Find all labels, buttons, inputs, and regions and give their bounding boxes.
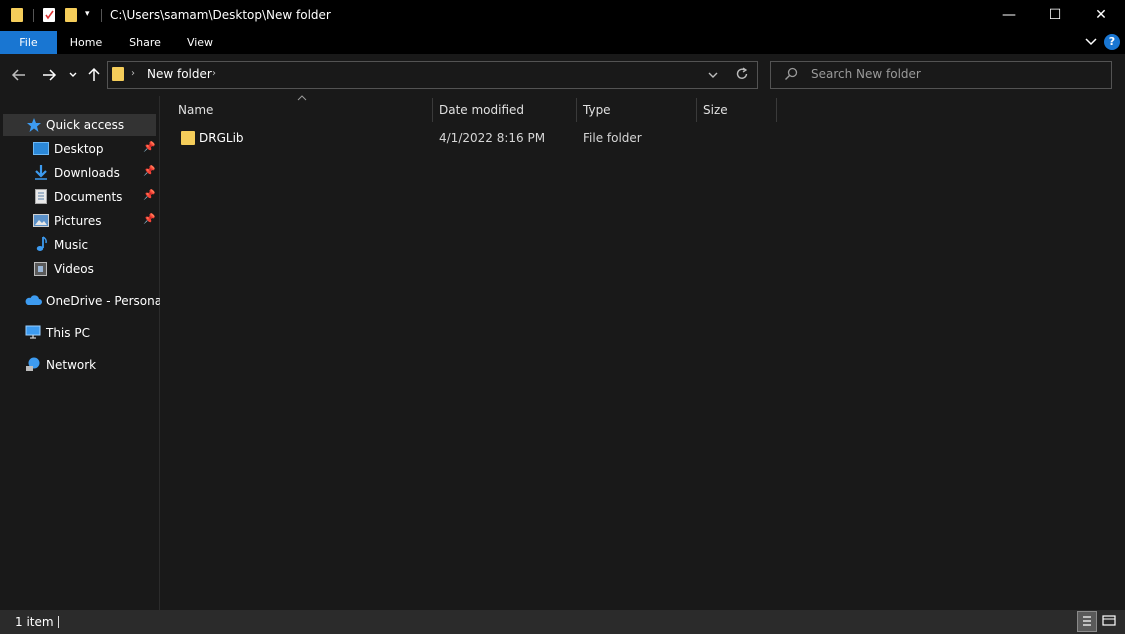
sidebar-item-videos[interactable]: Videos [54,257,94,281]
search-icon [784,67,798,81]
column-divider[interactable] [696,98,697,122]
sidebar-item-this-pc[interactable]: This PC [46,321,90,345]
pin-icon[interactable]: 📌 [143,166,155,177]
file-type: File folder [583,131,642,145]
column-divider[interactable] [432,98,433,122]
folder-icon [181,131,195,145]
window-title: C:\Users\samam\Desktop\New folder [110,8,331,22]
quick-access-star-icon [26,117,42,133]
column-header-type[interactable]: Type [583,99,691,121]
close-icon: ✕ [1095,7,1107,23]
downloads-icon [33,164,49,180]
pin-icon[interactable]: 📌 [143,214,155,225]
customize-quick-access-icon[interactable]: ▾ [85,9,90,19]
refresh-icon[interactable] [735,67,749,81]
recent-locations-icon[interactable] [68,70,78,80]
sidebar-item-downloads[interactable]: Downloads [54,161,120,185]
large-icons-view-icon [1102,615,1116,626]
help-icon[interactable]: ? [1104,34,1120,50]
tab-home[interactable]: Home [64,31,108,54]
column-divider[interactable] [776,98,777,122]
details-view-icon [1083,616,1091,626]
music-icon [34,236,48,252]
column-header-name[interactable]: Name [178,99,428,121]
onedrive-cloud-icon [24,295,42,306]
column-header-date-modified[interactable]: Date modified [439,99,571,121]
search-placeholder: Search New folder [811,67,921,81]
sidebar-item-pictures[interactable]: Pictures [54,209,102,233]
tab-share[interactable]: Share [122,31,168,54]
close-button[interactable]: ✕ [1078,0,1124,31]
maximize-button[interactable]: ☐ [1032,0,1078,31]
pin-icon[interactable]: 📌 [143,190,155,201]
column-header-size[interactable]: Size [703,99,773,121]
divider [33,9,34,22]
sidebar-item-quick-access[interactable]: Quick access [46,113,124,137]
folder-icon [112,67,124,81]
tab-file[interactable]: File [0,31,57,54]
videos-icon [34,262,47,276]
breadcrumb-chevron-icon[interactable]: › [131,68,135,79]
forward-icon[interactable] [41,67,57,83]
this-pc-icon [25,325,41,339]
tab-view[interactable]: View [180,31,220,54]
documents-icon [35,189,47,204]
divider [101,9,102,22]
column-divider[interactable] [576,98,577,122]
up-icon[interactable] [86,66,102,83]
minimize-button[interactable]: — [986,0,1032,31]
back-icon[interactable] [11,67,27,83]
item-count: 1 item [15,615,54,629]
desktop-icon [33,142,49,155]
sidebar-item-network[interactable]: Network [46,353,96,377]
properties-icon[interactable] [43,8,55,22]
sidebar-item-onedrive[interactable]: OneDrive - Personal [46,289,165,313]
breadcrumb-current[interactable]: New folder [147,67,212,81]
minimize-icon: — [1002,7,1016,23]
file-name[interactable]: DRGLib [199,131,244,145]
large-icons-view-button[interactable] [1100,611,1120,632]
pin-icon[interactable]: 📌 [143,142,155,153]
address-history-icon[interactable] [707,70,719,80]
breadcrumb-chevron-icon[interactable]: › [212,68,216,79]
maximize-icon: ☐ [1048,7,1062,23]
pictures-icon [33,214,49,227]
ribbon-bar [0,31,1125,54]
status-bar [0,610,1125,634]
network-icon [25,357,41,372]
sidebar-item-desktop[interactable]: Desktop [54,137,104,161]
folder-icon[interactable] [11,8,23,22]
details-view-button[interactable] [1077,611,1097,632]
expand-ribbon-icon[interactable] [1085,35,1097,49]
sidebar-item-documents[interactable]: Documents [54,185,122,209]
status-divider [58,616,59,628]
sidebar-item-music[interactable]: Music [54,233,88,257]
new-folder-icon[interactable] [65,8,77,22]
file-date-modified: 4/1/2022 8:16 PM [439,131,546,145]
file-list-area[interactable] [160,96,1125,610]
